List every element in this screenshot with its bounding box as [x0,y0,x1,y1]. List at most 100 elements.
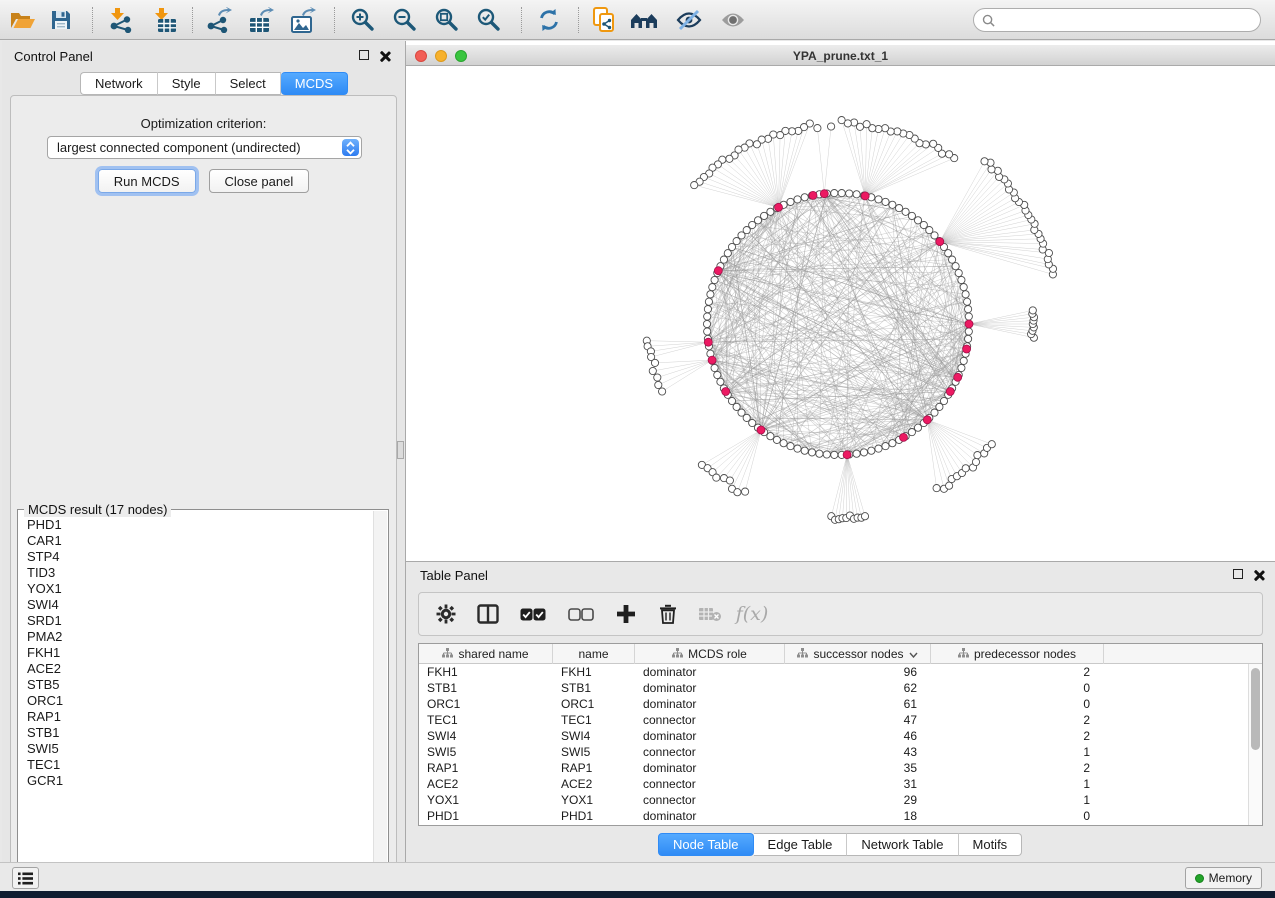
column-header-predecessor-nodes[interactable]: predecessor nodes [931,644,1104,664]
table-cell[interactable]: 2 [931,713,1104,727]
network-frame-titlebar[interactable]: YPA_prune.txt_1 [406,45,1275,66]
table-cell[interactable]: PHD1 [419,809,553,823]
mcds-result-item[interactable]: SRD1 [27,613,373,629]
column-header-MCDS-role[interactable]: MCDS role [635,644,785,664]
table-cell[interactable]: RAP1 [419,761,553,775]
search-network-icon[interactable] [628,4,662,36]
table-cell[interactable]: connector [635,713,785,727]
mcds-result-item[interactable]: STB5 [27,677,373,693]
table-cell[interactable]: connector [635,793,785,807]
table-row[interactable]: SWI4SWI4dominator462 [419,728,1248,744]
table-row[interactable]: TEC1TEC1connector472 [419,712,1248,728]
table-cell[interactable]: YOX1 [419,793,553,807]
mcds-result-item[interactable]: RAP1 [27,709,373,725]
column-layout-icon[interactable] [475,601,501,627]
table-row[interactable]: RAP1RAP1dominator352 [419,760,1248,776]
optimization-criterion-select[interactable]: largest connected component (undirected) [47,136,362,159]
tab-network-table[interactable]: Network Table [847,833,958,856]
table-cell[interactable]: SWI4 [419,729,553,743]
export-network-icon[interactable] [202,4,236,36]
table-cell[interactable]: TEC1 [419,713,553,727]
table-scrollbar-thumb[interactable] [1251,668,1260,750]
mcds-result-item[interactable]: ACE2 [27,661,373,677]
mcds-result-item[interactable]: PHD1 [27,517,373,533]
mcds-result-item[interactable]: ORC1 [27,693,373,709]
tab-node-table[interactable]: Node Table [658,833,754,856]
table-row[interactable]: SWI5SWI5connector431 [419,744,1248,760]
table-cell[interactable]: ORC1 [553,697,635,711]
tab-select[interactable]: Select [216,72,281,95]
table-cell[interactable]: 43 [785,745,931,759]
table-row[interactable]: STB1STB1dominator620 [419,680,1248,696]
table-scrollbar[interactable] [1248,664,1262,825]
save-session-icon[interactable] [44,4,78,36]
add-column-icon[interactable] [613,601,639,627]
run-mcds-button[interactable]: Run MCDS [98,169,196,193]
float-panel-icon[interactable] [359,50,372,63]
table-cell[interactable]: 47 [785,713,931,727]
tab-network[interactable]: Network [80,72,158,95]
table-cell[interactable]: 62 [785,681,931,695]
table-settings-icon[interactable] [433,601,459,627]
table-cell[interactable]: 1 [931,793,1104,807]
table-cell[interactable]: TEC1 [553,713,635,727]
table-cell[interactable]: 1 [931,745,1104,759]
open-file-icon[interactable] [6,4,40,36]
table-cell[interactable]: SWI4 [553,729,635,743]
mcds-result-list[interactable]: PHD1CAR1STP4TID3YOX1SWI4SRD1PMA2FKH1ACE2… [19,512,373,877]
column-header-name[interactable]: name [553,644,635,664]
table-cell[interactable]: 2 [931,761,1104,775]
table-cell[interactable]: ACE2 [553,777,635,791]
table-cell[interactable]: FKH1 [419,665,553,679]
delete-column-icon[interactable] [655,601,681,627]
zoom-selected-icon[interactable] [472,4,506,36]
table-cell[interactable]: 2 [931,729,1104,743]
table-cell[interactable]: ACE2 [419,777,553,791]
mcds-result-item[interactable]: CAR1 [27,533,373,549]
mcds-result-item[interactable]: YOX1 [27,581,373,597]
zoom-out-icon[interactable] [388,4,422,36]
table-cell[interactable]: dominator [635,729,785,743]
mcds-result-item[interactable]: FKH1 [27,645,373,661]
table-cell[interactable]: 18 [785,809,931,823]
table-cell[interactable]: 2 [931,665,1104,679]
mcds-result-item[interactable]: STP4 [27,549,373,565]
column-header-successor-nodes[interactable]: successor nodes [785,644,931,664]
task-history-button[interactable] [12,867,39,889]
table-cell[interactable]: 31 [785,777,931,791]
mcds-result-item[interactable]: TEC1 [27,757,373,773]
table-cell[interactable]: SWI5 [419,745,553,759]
export-table-icon[interactable] [244,4,278,36]
deselect-all-icon[interactable] [565,601,597,627]
table-cell[interactable]: 29 [785,793,931,807]
close-table-panel-icon[interactable] [1253,569,1266,582]
mcds-result-item[interactable]: TID3 [27,565,373,581]
table-cell[interactable]: PHD1 [553,809,635,823]
table-cell[interactable]: RAP1 [553,761,635,775]
mcds-result-item[interactable]: SWI5 [27,741,373,757]
export-image-icon[interactable] [286,4,320,36]
close-panel-button[interactable]: Close panel [209,169,310,193]
search-field[interactable] [973,8,1261,32]
table-cell[interactable]: dominator [635,761,785,775]
tab-mcds[interactable]: MCDS [281,72,348,95]
table-cell[interactable]: 46 [785,729,931,743]
table-cell[interactable]: dominator [635,697,785,711]
mcds-result-scrollbar[interactable] [373,511,387,877]
table-cell[interactable]: connector [635,777,785,791]
table-cell[interactable]: 1 [931,777,1104,791]
mcds-result-item[interactable]: SWI4 [27,597,373,613]
table-cell[interactable]: 0 [931,697,1104,711]
zoom-in-icon[interactable] [346,4,380,36]
table-cell[interactable]: dominator [635,665,785,679]
float-table-panel-icon[interactable] [1233,569,1246,582]
zoom-fit-icon[interactable] [430,4,464,36]
table-cell[interactable]: dominator [635,809,785,823]
show-all-icon[interactable] [716,4,750,36]
table-cell[interactable]: YOX1 [553,793,635,807]
table-cell[interactable]: STB1 [419,681,553,695]
table-cell[interactable]: 96 [785,665,931,679]
table-cell[interactable]: 0 [931,809,1104,823]
table-row[interactable]: YOX1YOX1connector291 [419,792,1248,808]
vertical-splitter-handle[interactable] [397,441,404,459]
